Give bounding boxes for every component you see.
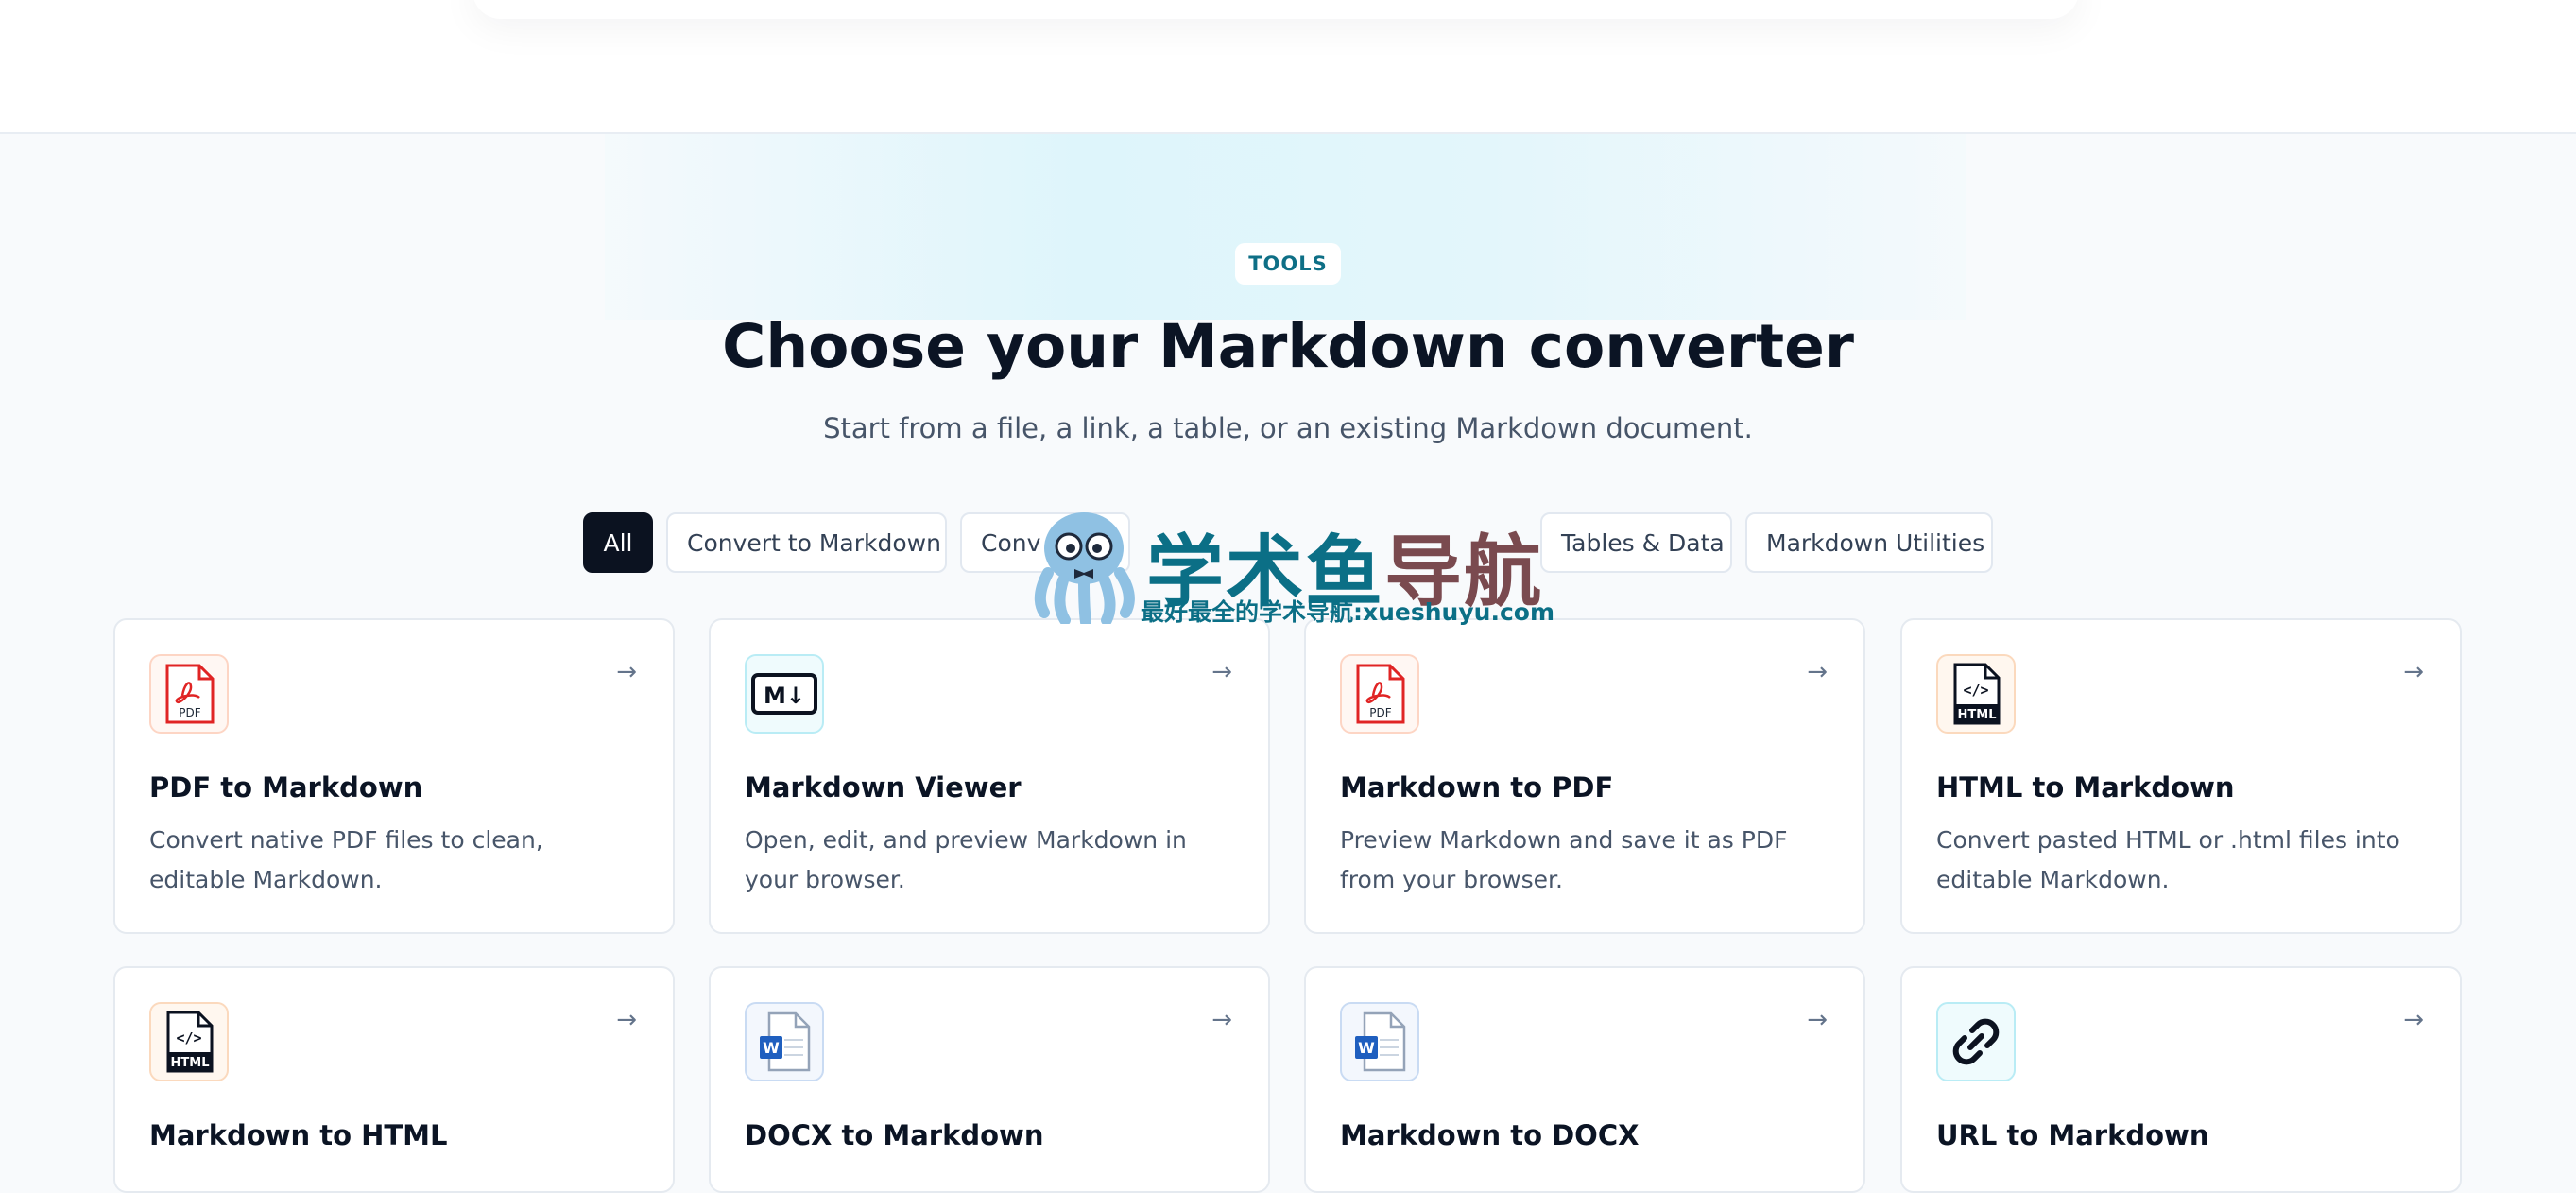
svg-text:M↓: M↓: [764, 683, 805, 709]
card-description: Convert pasted HTML or .html files into …: [1936, 826, 2400, 893]
pdf-file-icon: PDF: [1340, 654, 1419, 734]
filter-convert-to-markdown[interactable]: Convert to Markdown: [666, 512, 947, 573]
arrow-right-icon: →: [616, 658, 637, 686]
svg-text:W: W: [1358, 1039, 1375, 1057]
card-title: Markdown to DOCX: [1340, 1119, 1640, 1151]
watermark-subtitle: 最好最全的学术导航:xueshuyu.com: [1141, 598, 1554, 626]
card-title: Markdown to PDF: [1340, 771, 1614, 804]
link-icon: [1936, 1002, 2016, 1081]
card-description: Preview Markdown and save it as PDF from…: [1340, 826, 1788, 893]
card-title: Markdown Viewer: [745, 771, 1022, 804]
tool-card-pdf-to-markdown[interactable]: PDF → PDF to Markdown Convert native PDF…: [113, 618, 675, 934]
arrow-right-icon: →: [1211, 1006, 1232, 1034]
arrow-right-icon: →: [1807, 1006, 1828, 1034]
hero-background-glow: [605, 134, 1966, 320]
card-title: PDF to Markdown: [149, 771, 423, 804]
section-eyebrow-badge: TOOLS: [1235, 243, 1341, 285]
arrow-right-icon: →: [616, 1006, 637, 1034]
topbar-shadow: [472, 0, 2079, 19]
word-file-icon: W: [745, 1002, 824, 1081]
tool-card-markdown-to-pdf[interactable]: PDF → Markdown to PDF Preview Markdown a…: [1304, 618, 1865, 934]
arrow-right-icon: →: [2403, 1006, 2424, 1034]
svg-text:PDF: PDF: [1369, 706, 1391, 719]
card-title: Markdown to HTML: [149, 1119, 448, 1151]
svg-text:</>: </>: [176, 1029, 201, 1046]
filter-tables-data[interactable]: Tables & Data: [1540, 512, 1732, 573]
tool-card-html-to-markdown[interactable]: </> HTML → HTML to Markdown Convert past…: [1900, 618, 2462, 934]
pdf-file-icon: PDF: [149, 654, 229, 734]
tool-card-markdown-viewer[interactable]: M↓ → Markdown Viewer Open, edit, and pre…: [709, 618, 1270, 934]
markdown-icon: M↓: [745, 654, 824, 734]
tool-card-markdown-to-docx[interactable]: W → Markdown to DOCX: [1304, 966, 1865, 1193]
filter-markdown-utilities[interactable]: Markdown Utilities: [1745, 512, 1993, 573]
svg-text:HTML: HTML: [1958, 708, 1997, 722]
card-title: DOCX to Markdown: [745, 1119, 1044, 1151]
html-file-icon: </> HTML: [1936, 654, 2016, 734]
tool-card-url-to-markdown[interactable]: → URL to Markdown: [1900, 966, 2462, 1193]
svg-text:</>: </>: [1963, 682, 1988, 699]
card-title: URL to Markdown: [1936, 1119, 2209, 1151]
card-title: HTML to Markdown: [1936, 771, 2235, 804]
word-file-icon: W: [1340, 1002, 1419, 1081]
card-description: Open, edit, and preview Markdown in your…: [745, 826, 1187, 893]
arrow-right-icon: →: [2403, 658, 2424, 686]
top-navigation-bar: [0, 0, 2576, 134]
page-subtitle: Start from a file, a link, a table, or a…: [823, 412, 1753, 444]
octopus-mascot-icon: [1034, 512, 1135, 624]
card-description: Convert native PDF files to clean, edita…: [149, 826, 543, 893]
svg-text:HTML: HTML: [171, 1056, 210, 1070]
arrow-right-icon: →: [1211, 658, 1232, 686]
filter-all[interactable]: All: [583, 512, 653, 573]
arrow-right-icon: →: [1807, 658, 1828, 686]
page-title: Choose your Markdown converter: [722, 312, 1854, 381]
tool-card-markdown-to-html[interactable]: </> HTML → Markdown to HTML: [113, 966, 675, 1193]
svg-text:PDF: PDF: [179, 706, 200, 719]
site-watermark: 学术鱼导航 最好最全的学术导航:xueshuyu.com: [1025, 501, 1554, 626]
svg-text:W: W: [763, 1039, 780, 1057]
html-file-icon: </> HTML: [149, 1002, 229, 1081]
tool-card-docx-to-markdown[interactable]: W → DOCX to Markdown: [709, 966, 1270, 1193]
